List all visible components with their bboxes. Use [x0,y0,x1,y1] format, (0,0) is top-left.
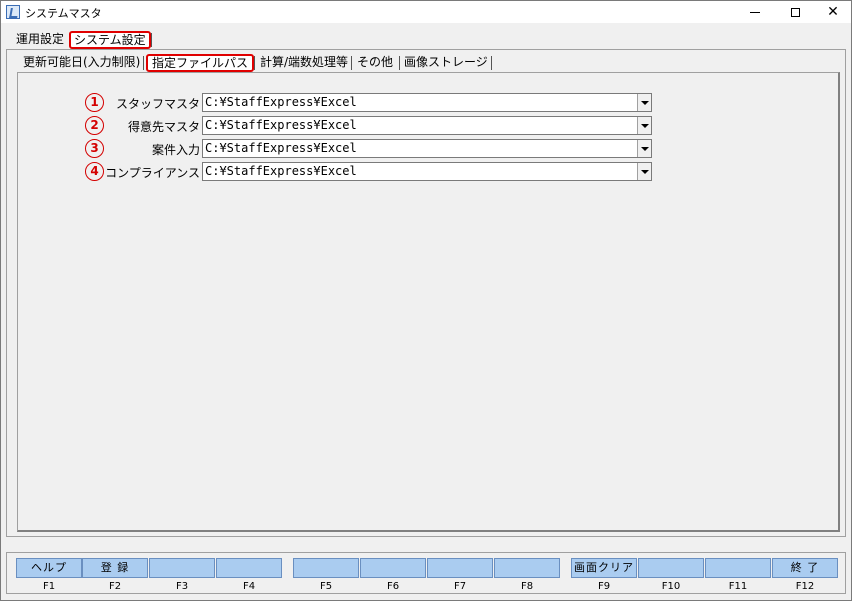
marker-4: 4 [85,162,104,181]
project-entry-path-value: C:¥StaffExpress¥Excel [205,141,357,155]
fkey-f12-label: F12 [795,581,815,592]
fkey-f9-clear-button[interactable]: 画面クリア [571,558,637,578]
fkey-f2-register-button[interactable]: 登 録 [82,558,148,578]
chevron-down-icon[interactable] [637,140,651,157]
fkey-f8-label: F8 [520,581,534,592]
fkey-f6-button[interactable] [360,558,426,578]
customer-master-path-value: C:¥StaffExpress¥Excel [205,118,357,132]
compliance-label: コンプライアンス [105,166,200,180]
tab-image-storage[interactable]: 画像ストレージ [404,54,488,72]
tab-unyo-settei[interactable]: 運用設定 [13,31,67,49]
fkey-f4-label: F4 [242,581,256,592]
maximize-icon [790,7,800,17]
fkey-f3-button[interactable] [149,558,215,578]
tab-separator [151,33,152,47]
maximize-button[interactable] [777,1,813,23]
fkey-f5-button[interactable] [293,558,359,578]
staff-master-path-select[interactable]: C:¥StaffExpress¥Excel [202,93,652,112]
customer-master-label: 得意先マスタ [127,120,200,134]
customer-master-path-select[interactable]: C:¥StaffExpress¥Excel [202,116,652,135]
tab-separator [254,56,255,70]
app-icon [6,5,20,19]
tab-separator [491,56,492,70]
fkey-f6-label: F6 [386,581,400,592]
fkey-f7-button[interactable] [427,558,493,578]
close-icon: ✕ [827,4,839,20]
fkey-f12-exit-button[interactable]: 終 了 [772,558,838,578]
marker-3: 3 [85,139,104,158]
staff-master-label: スタッフマスタ [115,97,200,111]
tab-calculation[interactable]: 計算/端数処理等 [260,54,348,72]
fkey-f11-button[interactable] [705,558,771,578]
chevron-down-icon[interactable] [637,117,651,134]
close-button[interactable]: ✕ [815,1,851,23]
marker-1: 1 [85,93,104,112]
marker-2: 2 [85,116,104,135]
fkey-f2-label: F2 [108,581,122,592]
fkey-f5-label: F5 [319,581,333,592]
fkey-f10-label: F10 [661,581,681,592]
chevron-down-icon[interactable] [637,163,651,180]
minimize-button[interactable] [737,1,773,23]
fkey-f9-label: F9 [597,581,611,592]
fkey-f3-label: F3 [175,581,189,592]
tab-separator [399,56,400,70]
tab-separator [351,56,352,70]
fkey-f4-button[interactable] [216,558,282,578]
chevron-down-icon[interactable] [637,94,651,111]
fkey-f11-label: F11 [728,581,748,592]
tab-other[interactable]: その他 [357,54,393,72]
fkey-f10-button[interactable] [638,558,704,578]
fkey-f7-label: F7 [453,581,467,592]
tab-separator [143,56,144,70]
compliance-path-select[interactable]: C:¥StaffExpress¥Excel [202,162,652,181]
title-bar: システムマスタ ✕ [1,1,851,23]
window-title: システムマスタ [25,7,102,20]
tab-update-date-limit[interactable]: 更新可能日(入力制限) [23,54,140,72]
system-master-window: システムマスタ ✕ 運用設定 システム設定 更新可能日(入力制限) 指定ファイル… [0,0,852,601]
fkey-f1-help-button[interactable]: ヘルプ [16,558,82,578]
fkey-f8-button[interactable] [494,558,560,578]
project-entry-label: 案件入力 [151,143,200,157]
compliance-path-value: C:¥StaffExpress¥Excel [205,164,357,178]
fkey-f1-label: F1 [42,581,56,592]
minimize-icon [750,11,760,13]
tab-system-settei[interactable]: システム設定 [69,31,151,49]
staff-master-path-value: C:¥StaffExpress¥Excel [205,95,357,109]
project-entry-path-select[interactable]: C:¥StaffExpress¥Excel [202,139,652,158]
tab-file-path[interactable]: 指定ファイルパス [146,54,255,72]
